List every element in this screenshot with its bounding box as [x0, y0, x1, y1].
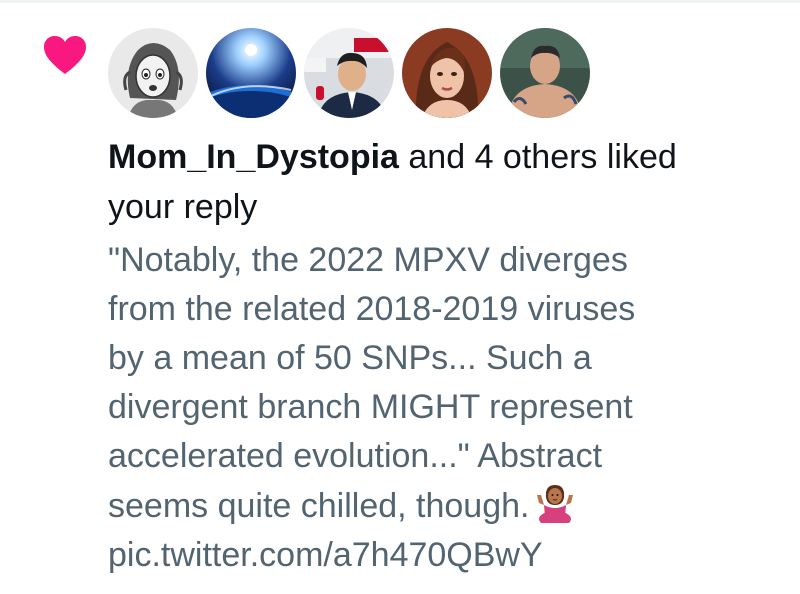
liked-user-link[interactable]: Mom_In_Dystopia [108, 138, 399, 176]
shrug-emoji [537, 485, 574, 523]
reply-line-with-emoji: seems quite chilled, though. [108, 481, 778, 531]
heart-icon [44, 36, 86, 74]
reply-line: seems quite chilled, though. [108, 487, 530, 525]
avatar-news-anchor[interactable] [304, 28, 394, 118]
avatar-group [108, 28, 590, 120]
avatar-woman-photo[interactable] [402, 28, 492, 118]
avatar-space-earth[interactable] [206, 28, 296, 118]
avatar-man-photo[interactable] [500, 28, 590, 118]
notification-text: Mom_In_Dystopia and 4 others liked your … [108, 132, 778, 232]
reply-line: accelerated evolution..." Abstract [108, 437, 603, 475]
avatar-cartoon-woman[interactable] [108, 28, 198, 118]
reply-line: "Notably, the 2022 MPXV diverges [108, 241, 628, 279]
reply-text[interactable]: "Notably, the 2022 MPXV diverges from th… [108, 236, 778, 580]
top-divider [0, 0, 800, 3]
liked-summary: and 4 others liked [398, 138, 677, 176]
reply-line: from the related 2018-2019 viruses [108, 290, 636, 328]
pic-link[interactable]: pic.twitter.com/a7h470QBwY [108, 531, 778, 580]
reply-line: divergent branch MIGHT represent [108, 388, 633, 426]
reply-line: by a mean of 50 SNPs... Such a [108, 339, 592, 377]
liked-summary-line2: your reply [108, 188, 258, 226]
